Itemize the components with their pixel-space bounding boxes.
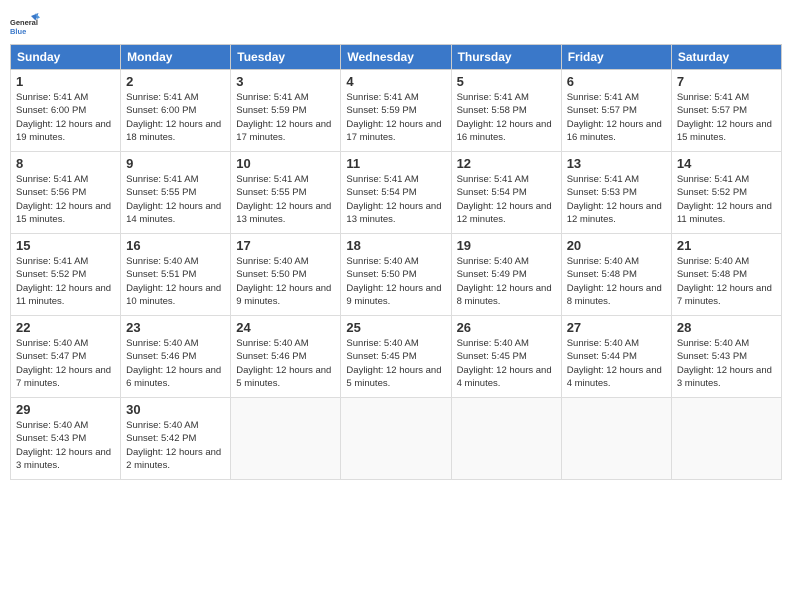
day-cell-1: 1Sunrise: 5:41 AMSunset: 6:00 PMDaylight…: [11, 70, 121, 152]
day-cell-6: 6Sunrise: 5:41 AMSunset: 5:57 PMDaylight…: [561, 70, 671, 152]
empty-cell-4-3: [341, 398, 451, 480]
empty-cell-4-6: [671, 398, 781, 480]
day-cell-20: 20Sunrise: 5:40 AMSunset: 5:48 PMDayligh…: [561, 234, 671, 316]
day-cell-7: 7Sunrise: 5:41 AMSunset: 5:57 PMDaylight…: [671, 70, 781, 152]
day-cell-11: 11Sunrise: 5:41 AMSunset: 5:54 PMDayligh…: [341, 152, 451, 234]
logo: General Blue: [10, 10, 44, 40]
header-tuesday: Tuesday: [231, 45, 341, 70]
svg-text:General: General: [10, 18, 38, 27]
day-cell-30: 30Sunrise: 5:40 AMSunset: 5:42 PMDayligh…: [121, 398, 231, 480]
day-cell-5: 5Sunrise: 5:41 AMSunset: 5:58 PMDaylight…: [451, 70, 561, 152]
day-cell-17: 17Sunrise: 5:40 AMSunset: 5:50 PMDayligh…: [231, 234, 341, 316]
day-cell-22: 22Sunrise: 5:40 AMSunset: 5:47 PMDayligh…: [11, 316, 121, 398]
day-cell-12: 12Sunrise: 5:41 AMSunset: 5:54 PMDayligh…: [451, 152, 561, 234]
calendar-table: SundayMondayTuesdayWednesdayThursdayFrid…: [10, 44, 782, 480]
day-cell-2: 2Sunrise: 5:41 AMSunset: 6:00 PMDaylight…: [121, 70, 231, 152]
header-sunday: Sunday: [11, 45, 121, 70]
day-cell-18: 18Sunrise: 5:40 AMSunset: 5:50 PMDayligh…: [341, 234, 451, 316]
week-row-1: 1Sunrise: 5:41 AMSunset: 6:00 PMDaylight…: [11, 70, 782, 152]
week-row-4: 22Sunrise: 5:40 AMSunset: 5:47 PMDayligh…: [11, 316, 782, 398]
day-cell-9: 9Sunrise: 5:41 AMSunset: 5:55 PMDaylight…: [121, 152, 231, 234]
empty-cell-4-2: [231, 398, 341, 480]
header-friday: Friday: [561, 45, 671, 70]
day-cell-21: 21Sunrise: 5:40 AMSunset: 5:48 PMDayligh…: [671, 234, 781, 316]
calendar-header-row: SundayMondayTuesdayWednesdayThursdayFrid…: [11, 45, 782, 70]
week-row-3: 15Sunrise: 5:41 AMSunset: 5:52 PMDayligh…: [11, 234, 782, 316]
day-cell-4: 4Sunrise: 5:41 AMSunset: 5:59 PMDaylight…: [341, 70, 451, 152]
day-cell-15: 15Sunrise: 5:41 AMSunset: 5:52 PMDayligh…: [11, 234, 121, 316]
day-cell-14: 14Sunrise: 5:41 AMSunset: 5:52 PMDayligh…: [671, 152, 781, 234]
day-cell-13: 13Sunrise: 5:41 AMSunset: 5:53 PMDayligh…: [561, 152, 671, 234]
day-cell-25: 25Sunrise: 5:40 AMSunset: 5:45 PMDayligh…: [341, 316, 451, 398]
empty-cell-4-4: [451, 398, 561, 480]
day-cell-24: 24Sunrise: 5:40 AMSunset: 5:46 PMDayligh…: [231, 316, 341, 398]
page-header: General Blue: [10, 10, 782, 40]
week-row-2: 8Sunrise: 5:41 AMSunset: 5:56 PMDaylight…: [11, 152, 782, 234]
day-cell-29: 29Sunrise: 5:40 AMSunset: 5:43 PMDayligh…: [11, 398, 121, 480]
week-row-5: 29Sunrise: 5:40 AMSunset: 5:43 PMDayligh…: [11, 398, 782, 480]
header-thursday: Thursday: [451, 45, 561, 70]
header-saturday: Saturday: [671, 45, 781, 70]
day-cell-19: 19Sunrise: 5:40 AMSunset: 5:49 PMDayligh…: [451, 234, 561, 316]
empty-cell-4-5: [561, 398, 671, 480]
logo-icon: General Blue: [10, 10, 40, 40]
svg-text:Blue: Blue: [10, 27, 26, 36]
day-cell-3: 3Sunrise: 5:41 AMSunset: 5:59 PMDaylight…: [231, 70, 341, 152]
day-cell-10: 10Sunrise: 5:41 AMSunset: 5:55 PMDayligh…: [231, 152, 341, 234]
day-cell-26: 26Sunrise: 5:40 AMSunset: 5:45 PMDayligh…: [451, 316, 561, 398]
day-cell-23: 23Sunrise: 5:40 AMSunset: 5:46 PMDayligh…: [121, 316, 231, 398]
day-cell-27: 27Sunrise: 5:40 AMSunset: 5:44 PMDayligh…: [561, 316, 671, 398]
day-cell-28: 28Sunrise: 5:40 AMSunset: 5:43 PMDayligh…: [671, 316, 781, 398]
day-cell-16: 16Sunrise: 5:40 AMSunset: 5:51 PMDayligh…: [121, 234, 231, 316]
day-cell-8: 8Sunrise: 5:41 AMSunset: 5:56 PMDaylight…: [11, 152, 121, 234]
header-monday: Monday: [121, 45, 231, 70]
header-wednesday: Wednesday: [341, 45, 451, 70]
